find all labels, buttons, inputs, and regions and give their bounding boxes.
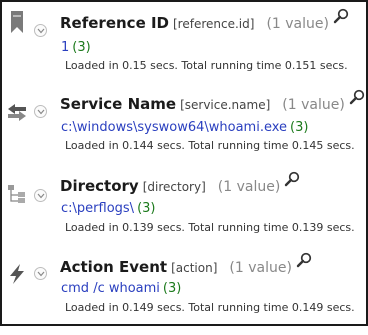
field-name: Service Name (60, 95, 177, 113)
field-value-count: (1 value) (229, 260, 292, 276)
value-occurrence-count: (3) (162, 281, 182, 296)
load-timing: Loaded in 0.144 secs. Total running time… (65, 139, 355, 152)
bookmark-icon (6, 11, 28, 33)
value-line: c:\perflogs\ (3) (61, 201, 155, 216)
field-header: Directory [directory] (1 value) (60, 171, 300, 197)
meta-values-panel: Reference ID [reference.id] (1 value) 1(… (0, 0, 368, 326)
field-value-link[interactable]: cmd /c whoami (61, 281, 160, 296)
expand-toggle[interactable] (34, 267, 47, 280)
field-reference-id: Reference ID [reference.id] (1 value) 1(… (2, 8, 366, 90)
load-timing: Loaded in 0.149 secs. Total running time… (65, 301, 355, 314)
folder-tree-icon (6, 183, 28, 205)
value-line: c:\windows\syswow64\whoami.exe (3) (61, 120, 308, 135)
field-name: Action Event (60, 258, 168, 276)
expand-toggle[interactable] (34, 105, 47, 118)
field-action-event: Action Event [action] (1 value) cmd /c w… (2, 252, 366, 335)
search-icon[interactable] (333, 8, 349, 24)
field-key: [directory] (142, 180, 206, 194)
expand-toggle[interactable] (34, 24, 47, 37)
value-line: cmd /c whoami (3) (61, 281, 181, 296)
field-name: Directory (60, 177, 139, 195)
exchange-arrows-icon (6, 101, 28, 123)
field-header: Action Event [action] (1 value) (60, 252, 312, 278)
field-service-name: Service Name [service.name] (1 value) c:… (2, 89, 366, 172)
field-header: Reference ID [reference.id] (1 value) (60, 8, 349, 34)
field-value-link[interactable]: c:\windows\syswow64\whoami.exe (61, 120, 287, 135)
value-line: 1 (3) (61, 40, 91, 55)
field-value-link[interactable]: 1 (61, 40, 69, 55)
search-icon[interactable] (296, 252, 312, 268)
field-value-count: (1 value) (266, 16, 329, 32)
lightning-bolt-icon (6, 263, 28, 285)
field-value-count: (1 value) (282, 97, 345, 113)
load-timing: Loaded in 0.15 secs. Total running time … (65, 59, 348, 72)
value-occurrence-count: (3) (290, 120, 309, 135)
field-value-count: (1 value) (217, 179, 281, 195)
field-header: Service Name [service.name] (1 value) (60, 89, 365, 115)
value-occurrence-count: (3) (137, 201, 156, 216)
field-name: Reference ID (60, 14, 169, 32)
field-key: [service.name] (180, 98, 271, 112)
value-occurrence-count: (3) (72, 40, 91, 55)
field-value-link[interactable]: c:\perflogs\ (61, 201, 134, 216)
field-directory: Directory [directory] (1 value) c:\perfl… (2, 171, 366, 254)
search-icon[interactable] (284, 171, 300, 187)
field-key: [reference.id] (173, 17, 255, 31)
expand-toggle[interactable] (34, 189, 47, 202)
search-icon[interactable] (349, 89, 365, 105)
field-key: [action] (171, 261, 218, 275)
load-timing: Loaded in 0.139 secs. Total running time… (65, 221, 355, 234)
